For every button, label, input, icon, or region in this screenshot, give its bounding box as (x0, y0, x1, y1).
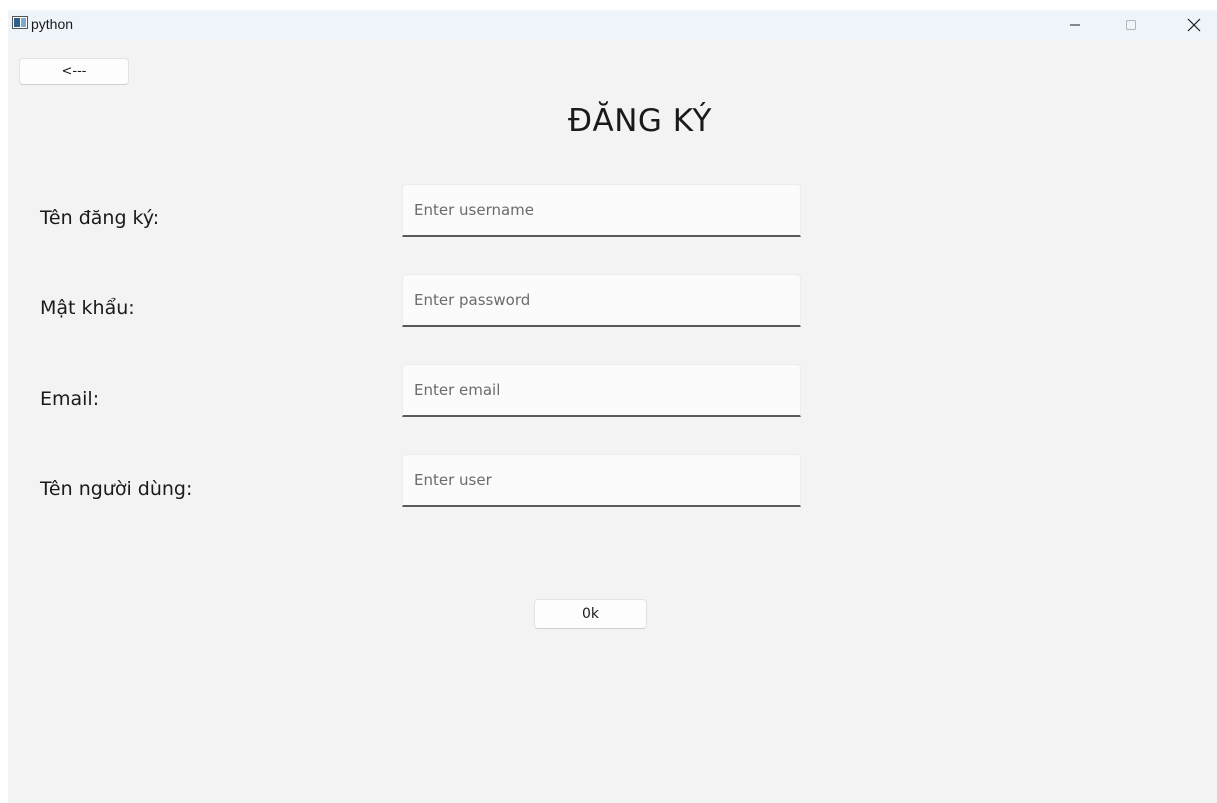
password-label: Mật khẩu: (40, 297, 135, 319)
title-bar[interactable]: python (8, 10, 1217, 40)
close-button[interactable] (1171, 10, 1217, 40)
ok-button[interactable]: 0k (534, 599, 647, 629)
python-window-icon (12, 16, 28, 29)
email-label: Email: (40, 388, 100, 410)
back-button[interactable]: <--- (19, 58, 129, 85)
minimize-icon (1070, 24, 1080, 26)
username-label: Tên đăng ký: (40, 207, 160, 229)
username-input[interactable] (402, 184, 801, 237)
window-title: python (31, 16, 74, 32)
close-icon (1187, 18, 1201, 32)
email-input[interactable] (402, 364, 801, 417)
app-window: python <--- ĐĂNG KÝ Tên đăng ký: Mật khẩ… (8, 10, 1217, 803)
maximize-button[interactable] (1108, 10, 1154, 40)
page-title: ĐĂNG KÝ (568, 103, 712, 139)
password-input[interactable] (402, 274, 801, 327)
maximize-icon (1126, 20, 1136, 30)
minimize-button[interactable] (1052, 10, 1098, 40)
user-display-name-input[interactable] (402, 454, 801, 507)
user-display-name-label: Tên người dùng: (40, 478, 193, 500)
